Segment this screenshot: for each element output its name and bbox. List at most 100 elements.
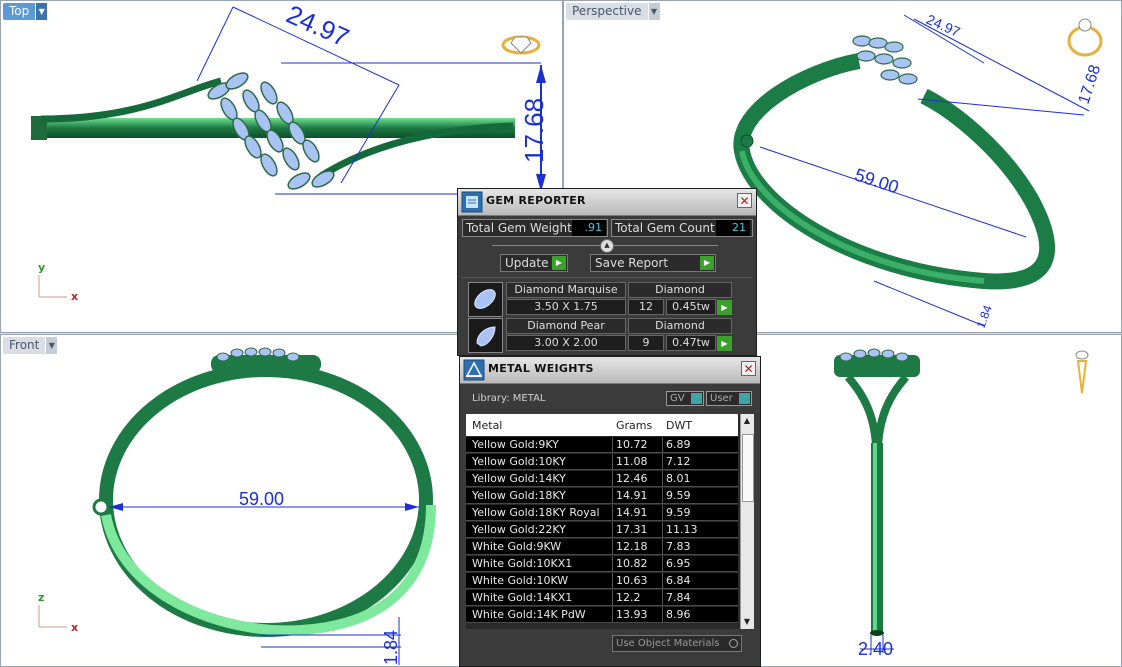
viewport-label[interactable]: Front — [3, 337, 46, 354]
play-icon: ▶ — [552, 256, 566, 270]
metal-dwt: 7.83 — [666, 540, 691, 553]
scroll-down-icon[interactable]: ▼ — [741, 615, 753, 629]
use-materials-label: Use Object Materials — [616, 638, 720, 649]
gem-total-weight: 0.45tw — [666, 299, 716, 315]
metal-name: White Gold:10KX1 — [472, 557, 573, 570]
total-gem-weight-value: .91 — [572, 220, 606, 236]
close-icon[interactable]: ✕ — [737, 193, 752, 208]
collapse-handle-icon[interactable]: ▲ — [600, 239, 614, 253]
panel-title: GEM REPORTER — [486, 194, 586, 207]
scroll-thumb[interactable] — [742, 434, 754, 502]
metal-table[interactable]: Metal Grams DWT Yellow Gold:9KY 10.72 6.89… — [466, 414, 754, 629]
marquise-gem-icon — [468, 282, 503, 317]
table-row[interactable]: Yellow Gold:18KY 14.91 9.59 — [466, 488, 738, 504]
metal-grams: 17.31 — [616, 523, 648, 536]
gem-size: 3.00 X 2.00 — [506, 335, 626, 351]
chevron-down-icon[interactable]: ▼ — [35, 3, 48, 20]
chevron-down-icon[interactable]: ▼ — [647, 3, 660, 20]
gem-count: 12 — [628, 299, 664, 315]
axis-indicator — [38, 605, 67, 628]
metal-grams: 10.72 — [616, 438, 648, 451]
metal-grams: 10.82 — [616, 557, 648, 570]
update-button[interactable]: Update ▶ — [500, 254, 568, 272]
right-dim-width: 2.40 — [858, 639, 893, 659]
update-label: Update — [505, 256, 549, 270]
gem-material: Diamond — [628, 282, 732, 298]
viewport-title-top[interactable]: Top ▼ — [3, 3, 48, 20]
metal-grams: 12.18 — [616, 540, 648, 553]
metal-weights-titlebar[interactable]: METAL WEIGHTS ✕ — [460, 357, 760, 384]
gv-toggle[interactable]: GV — [666, 391, 704, 406]
gem-reporter-panel: GEM REPORTER ✕ Total Gem Weight .91 Tota… — [457, 188, 757, 356]
top-dim-height: 17.68 — [519, 98, 549, 163]
front-dim-diameter: 59.00 — [239, 489, 284, 509]
gv-label: GV — [670, 393, 685, 404]
metal-dwt: 6.95 — [666, 557, 691, 570]
metal-grams: 14.91 — [616, 506, 648, 519]
persp-dim-diameter: 59.00 — [852, 165, 901, 198]
gem-shape: Diamond Pear — [506, 318, 626, 334]
viewport-title-front[interactable]: Front ▼ — [3, 337, 58, 354]
metal-dwt: 7.84 — [666, 591, 691, 604]
toggle-knob-icon — [739, 393, 750, 404]
viewport-label[interactable]: Top — [3, 3, 36, 20]
table-row[interactable]: Yellow Gold:9KY 10.72 6.89 — [466, 437, 738, 453]
metal-dwt: 6.84 — [666, 574, 691, 587]
table-row[interactable]: White Gold:10KW 10.63 6.84 — [466, 573, 738, 589]
table-row[interactable]: White Gold:14K PdW 13.93 8.96 — [466, 607, 738, 623]
metal-name: White Gold:10KW — [472, 574, 569, 587]
total-gem-count-value: 21 — [716, 220, 750, 236]
axis-label-y: y — [38, 261, 45, 274]
table-row[interactable]: Yellow Gold:18KY Royal 14.91 9.59 — [466, 505, 738, 521]
metal-dwt: 8.01 — [666, 472, 691, 485]
table-row[interactable]: White Gold:9KW 12.18 7.83 — [466, 539, 738, 555]
ring-preview-icon — [501, 35, 541, 55]
gem-size: 3.50 X 1.75 — [506, 299, 626, 315]
metal-name: White Gold:9KW — [472, 540, 562, 553]
persp-dim-small: 1.84 — [974, 303, 995, 330]
gem-count: 9 — [628, 335, 664, 351]
metal-name: White Gold:14KX1 — [472, 591, 573, 604]
play-icon[interactable]: ▶ — [717, 300, 732, 315]
metal-name: Yellow Gold:18KY — [472, 489, 566, 502]
gem-row[interactable]: Diamond Marquise Diamond 3.50 X 1.75 12 … — [468, 282, 740, 320]
header-dwt[interactable]: DWT — [666, 419, 692, 432]
table-row[interactable]: White Gold:10KX1 10.82 6.95 — [466, 556, 738, 572]
ring-3d-icon — [1067, 18, 1103, 57]
metal-grams: 10.63 — [616, 574, 648, 587]
radio-icon — [729, 639, 738, 648]
close-icon[interactable]: ✕ — [741, 361, 756, 376]
save-report-button[interactable]: Save Report ▶ — [590, 254, 716, 272]
play-icon[interactable]: ▶ — [717, 336, 732, 351]
metal-grams: 11.08 — [616, 455, 648, 468]
metal-grams: 14.91 — [616, 489, 648, 502]
user-label: User — [710, 393, 733, 404]
front-dim-thickness: 1.84 — [381, 630, 401, 665]
user-toggle[interactable]: User — [706, 391, 752, 406]
metal-grams: 12.2 — [616, 591, 641, 604]
table-row[interactable]: Yellow Gold:14KY 12.46 8.01 — [466, 471, 738, 487]
chevron-down-icon[interactable]: ▼ — [45, 337, 58, 354]
viewport-title-perspective[interactable]: Perspective ▼ — [566, 3, 660, 20]
gem-material: Diamond — [628, 318, 732, 334]
scroll-up-icon[interactable]: ▲ — [741, 414, 753, 428]
metal-dwt: 11.13 — [666, 523, 698, 536]
metal-dwt: 6.89 — [666, 438, 691, 451]
table-row[interactable]: Yellow Gold:22KY 17.31 11.13 — [466, 522, 738, 538]
table-row[interactable]: White Gold:14KX1 12.2 7.84 — [466, 590, 738, 606]
metal-name: Yellow Gold:9KY — [472, 438, 559, 451]
axis-indicator — [38, 275, 67, 298]
header-metal[interactable]: Metal — [472, 419, 502, 432]
library-label: Library: METAL — [472, 393, 546, 404]
header-grams[interactable]: Grams — [616, 419, 652, 432]
use-object-materials-button[interactable]: Use Object Materials — [612, 635, 742, 652]
gem-row[interactable]: Diamond Pear Diamond 3.00 X 2.00 9 0.47t… — [468, 318, 740, 356]
metal-scale-icon — [463, 359, 485, 381]
pear-gem-icon — [468, 318, 503, 353]
top-dim-width: 24.97 — [282, 1, 354, 53]
viewport-label[interactable]: Perspective — [566, 3, 648, 20]
gem-total-weight: 0.47tw — [666, 335, 716, 351]
table-row[interactable]: Yellow Gold:10KY 11.08 7.12 — [466, 454, 738, 470]
gem-reporter-titlebar[interactable]: GEM REPORTER ✕ — [458, 189, 756, 216]
table-scrollbar[interactable]: ▲ ▼ — [740, 414, 754, 629]
